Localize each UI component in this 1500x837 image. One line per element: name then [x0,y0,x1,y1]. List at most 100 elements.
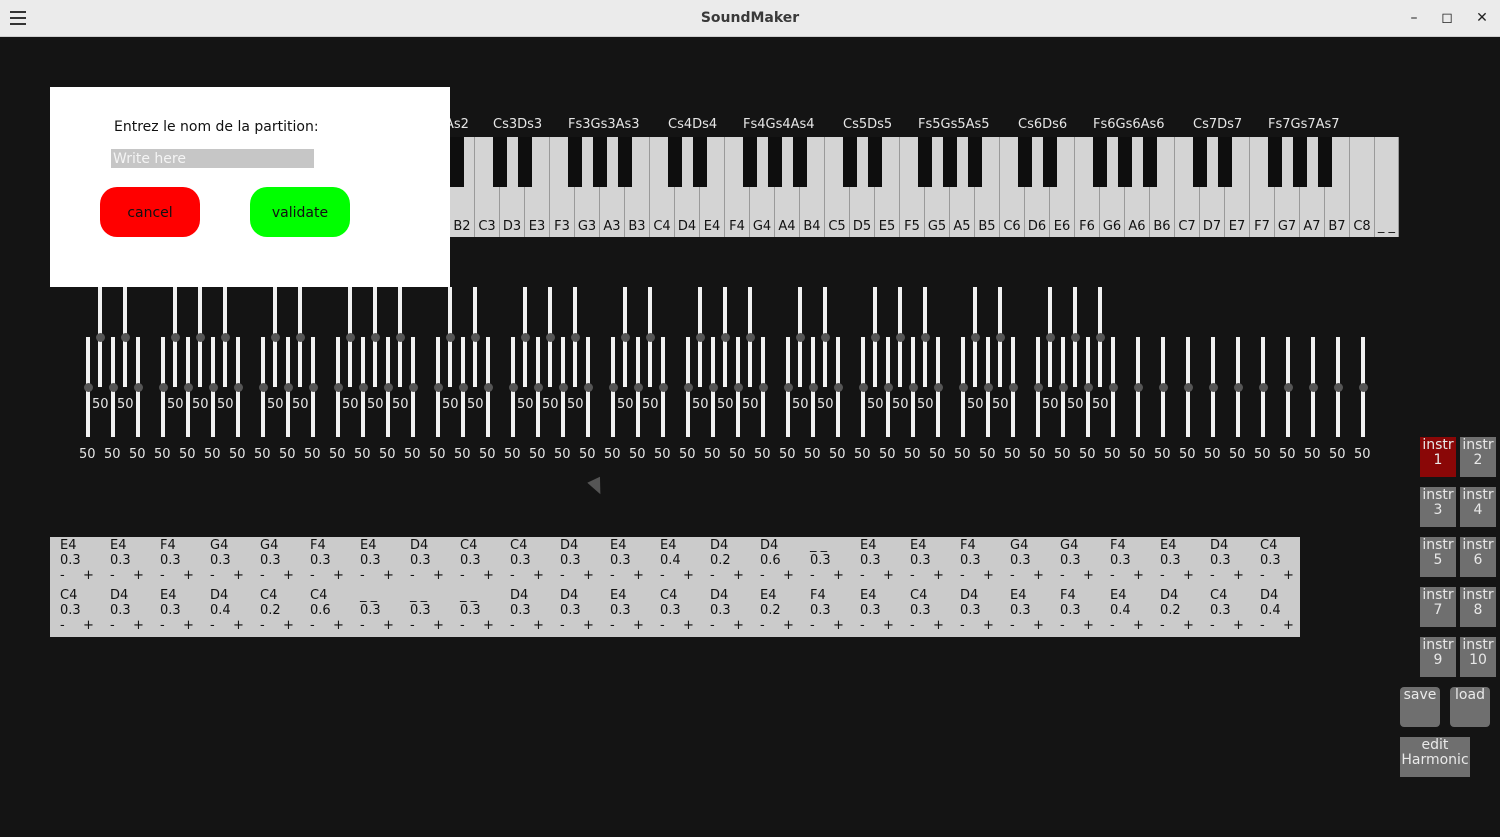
slider-knob[interactable] [296,333,305,342]
slider-knob[interactable] [871,333,880,342]
slider-knob[interactable] [1209,383,1218,392]
slider-knob[interactable] [784,383,793,392]
slider-knob[interactable] [384,383,393,392]
sequence-cell[interactable]: E4 0.3- + [1150,537,1200,587]
sequence-cell[interactable]: C4 0.3- + [450,537,500,587]
slider-knob[interactable] [434,383,443,392]
slider-knob[interactable] [559,383,568,392]
increase-button[interactable]: + [933,618,944,633]
slider-knob[interactable] [534,383,543,392]
increase-button[interactable]: + [733,568,744,583]
sequence-cell[interactable]: E4 0.3- + [350,537,400,587]
decrease-button[interactable]: - [310,618,315,633]
slider-knob[interactable] [1071,333,1080,342]
slider-knob[interactable] [909,383,918,392]
decrease-button[interactable]: - [710,618,715,633]
decrease-button[interactable]: - [210,568,215,583]
decrease-button[interactable]: - [110,618,115,633]
sequence-cell[interactable]: F4 0.3- + [150,537,200,587]
increase-button[interactable]: + [1283,568,1294,583]
sequence-cell[interactable]: D4 0.4- + [1250,587,1300,637]
increase-button[interactable]: + [133,568,144,583]
sequence-cell[interactable]: C4 0.3- + [1250,537,1300,587]
decrease-button[interactable]: - [860,618,865,633]
increase-button[interactable]: + [983,618,994,633]
slider-knob[interactable] [284,383,293,392]
increase-button[interactable]: + [183,568,194,583]
sequence-cell[interactable]: E4 0.4- + [650,537,700,587]
slider-knob[interactable] [1334,383,1343,392]
sequence-cell[interactable]: E4 0.3- + [850,587,900,637]
save-button[interactable]: save [1400,687,1440,727]
slider-knob[interactable] [521,333,530,342]
sequence-cell[interactable]: D4 0.3- + [950,587,1000,637]
black-key[interactable] [1143,137,1157,187]
sequence-cell[interactable]: E4 0.3- + [900,537,950,587]
increase-button[interactable]: + [533,618,544,633]
increase-button[interactable]: + [583,618,594,633]
black-key[interactable] [968,137,982,187]
black-key[interactable] [868,137,882,187]
sequence-cell[interactable]: C4 0.3- + [1200,587,1250,637]
increase-button[interactable]: + [183,618,194,633]
slider-knob[interactable] [646,333,655,342]
slider-knob[interactable] [446,333,455,342]
sequence-cell[interactable]: C4 0.6- + [300,587,350,637]
decrease-button[interactable]: - [110,568,115,583]
sequence-cell[interactable]: D4 0.2- + [700,537,750,587]
slider-knob[interactable] [1096,333,1105,342]
sequence-cell[interactable]: _ _ 0.3- + [350,587,400,637]
slider-knob[interactable] [134,383,143,392]
increase-button[interactable]: + [1033,568,1044,583]
instrument-button-2[interactable]: instr 2 [1460,437,1496,477]
slider-knob[interactable] [1046,333,1055,342]
sequence-cell[interactable]: C4 0.3- + [900,587,950,637]
increase-button[interactable]: + [1183,568,1194,583]
sequence-cell[interactable]: E4 0.3- + [600,537,650,587]
decrease-button[interactable]: - [760,618,765,633]
edit-harmonic-button[interactable]: edit Harmonic [1400,737,1470,777]
slider-knob[interactable] [621,333,630,342]
sequence-cell[interactable]: D4 0.2- + [1150,587,1200,637]
instrument-button-5[interactable]: instr 5 [1420,537,1456,577]
black-key[interactable] [668,137,682,187]
slider-knob[interactable] [471,333,480,342]
sequence-cell[interactable]: E4 0.3- + [100,537,150,587]
slider-knob[interactable] [171,333,180,342]
decrease-button[interactable]: - [1060,618,1065,633]
slider-knob[interactable] [509,383,518,392]
slider-knob[interactable] [271,333,280,342]
close-icon[interactable]: ✕ [1472,9,1492,27]
slider-knob[interactable] [184,383,193,392]
black-key[interactable] [593,137,607,187]
slider-knob[interactable] [1109,383,1118,392]
sequence-cell[interactable]: D4 0.6- + [750,537,800,587]
sequence-cell[interactable]: G4 0.3- + [200,537,250,587]
sequence-cell[interactable]: E4 0.2- + [750,587,800,637]
instrument-button-9[interactable]: instr 9 [1420,637,1456,677]
slider-knob[interactable] [234,383,243,392]
black-key[interactable] [1193,137,1207,187]
decrease-button[interactable]: - [710,568,715,583]
decrease-button[interactable]: - [1110,568,1115,583]
increase-button[interactable]: + [833,568,844,583]
sequence-cell[interactable]: F4 0.3- + [1100,537,1150,587]
increase-button[interactable]: + [633,618,644,633]
black-key[interactable] [568,137,582,187]
instrument-button-1[interactable]: instr 1 [1420,437,1456,477]
slider-knob[interactable] [1234,383,1243,392]
increase-button[interactable]: + [583,568,594,583]
black-key[interactable] [1118,137,1132,187]
decrease-button[interactable]: - [410,568,415,583]
slider-knob[interactable] [959,383,968,392]
decrease-button[interactable]: - [1110,618,1115,633]
slider-knob[interactable] [1084,383,1093,392]
decrease-button[interactable]: - [1210,618,1215,633]
slider-knob[interactable] [684,383,693,392]
sequence-cell[interactable]: G4 0.3- + [1050,537,1100,587]
black-key[interactable] [493,137,507,187]
increase-button[interactable]: + [133,618,144,633]
decrease-button[interactable]: - [610,618,615,633]
slider-knob[interactable] [746,333,755,342]
increase-button[interactable]: + [1133,568,1144,583]
